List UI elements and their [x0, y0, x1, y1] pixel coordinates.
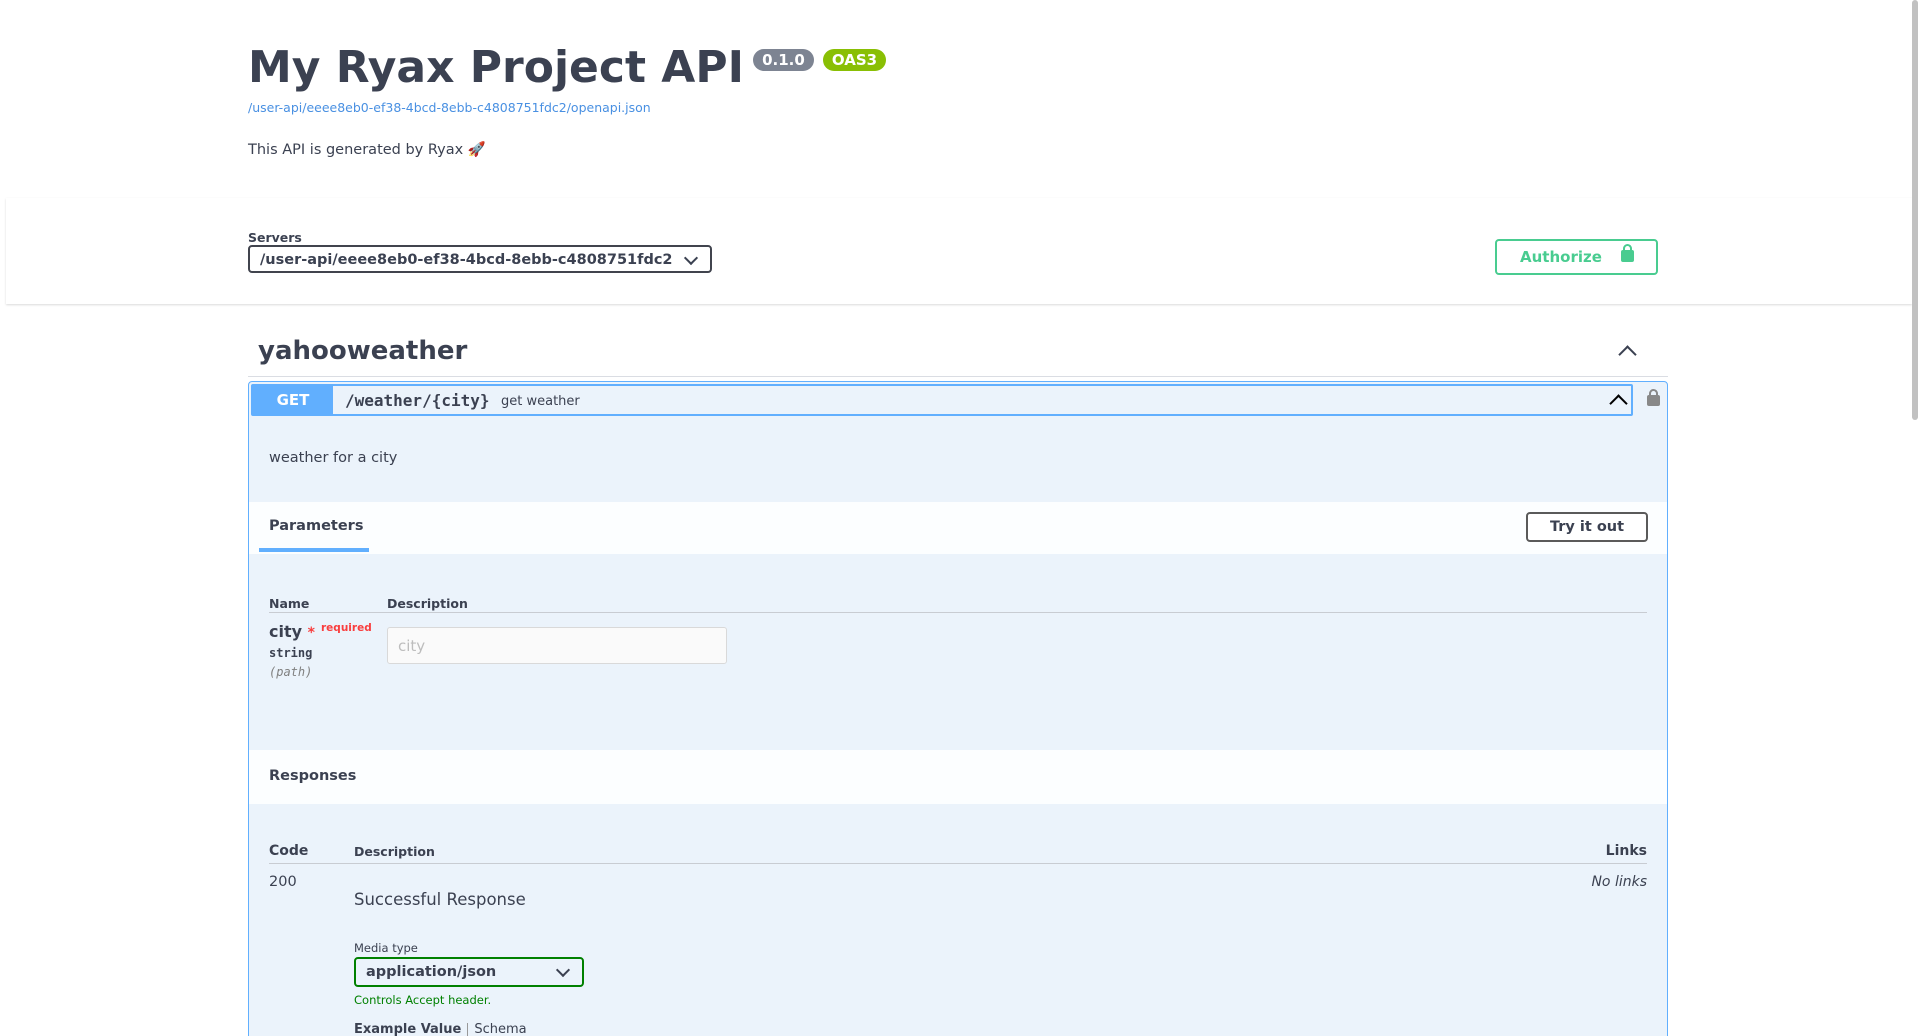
- oas-badge: OAS3: [822, 49, 887, 71]
- tab-parameters[interactable]: Parameters: [269, 518, 363, 534]
- operation-summary-text: get weather: [501, 394, 580, 409]
- required-label: required: [321, 622, 372, 634]
- scrollbar[interactable]: [1912, 0, 1918, 420]
- authorize-label: Authorize: [1520, 248, 1602, 266]
- tab-separator: [467, 1023, 469, 1036]
- tag-name: yahooweather: [258, 336, 468, 366]
- media-type-value: application/json: [366, 964, 497, 980]
- tab-underline: [259, 548, 369, 552]
- authorize-button[interactable]: Authorize: [1495, 239, 1658, 275]
- api-title: My Ryax Project API: [248, 42, 744, 93]
- chevron-down-icon: [555, 962, 571, 978]
- divider: [269, 863, 1647, 864]
- required-star: *: [307, 625, 315, 641]
- operation-summary[interactable]: GET /weather/{city} get weather: [251, 384, 1633, 416]
- swagger-page: My Ryax Project API 0.1.0 OAS3 /user-api…: [0, 0, 1918, 1036]
- chevron-down-icon: [683, 250, 699, 266]
- param-location: (path): [269, 665, 313, 679]
- response-header-description: Description: [354, 844, 435, 859]
- operation-description: weather for a city: [269, 450, 398, 466]
- unlocked-icon: [1621, 244, 1634, 262]
- parameters-header: Parameters Try it out: [249, 502, 1667, 554]
- response-header-code: Code: [269, 843, 309, 859]
- operation-block: GET /weather/{city} get weather weather …: [248, 381, 1668, 1036]
- response-links: No links: [1591, 874, 1647, 890]
- method-badge: GET: [253, 386, 333, 414]
- tag-header[interactable]: yahooweather: [248, 328, 1668, 377]
- tab-schema[interactable]: Schema: [474, 1022, 526, 1036]
- param-type: string: [269, 646, 313, 660]
- city-input[interactable]: [387, 627, 727, 664]
- chevron-up-icon[interactable]: [1618, 345, 1637, 364]
- tab-example-value[interactable]: Example Value: [354, 1022, 461, 1036]
- servers-label: Servers: [248, 230, 302, 245]
- example-tabs: Example Value Schema: [354, 1022, 527, 1036]
- response-description: Successful Response: [354, 890, 526, 909]
- param-name: city *: [269, 622, 315, 641]
- api-info: My Ryax Project API 0.1.0 OAS3 /user-api…: [248, 40, 1668, 158]
- lock-icon[interactable]: [1647, 389, 1660, 406]
- param-header-description: Description: [387, 596, 468, 611]
- try-it-out-button[interactable]: Try it out: [1526, 512, 1648, 542]
- version-badge: 0.1.0: [753, 49, 814, 71]
- response-code: 200: [269, 874, 297, 890]
- chevron-up-icon[interactable]: [1609, 394, 1628, 413]
- responses-title: Responses: [269, 768, 357, 784]
- divider: [269, 612, 1647, 613]
- spec-url-link[interactable]: /user-api/eeee8eb0-ef38-4bcd-8ebb-c48087…: [248, 100, 1668, 115]
- param-name-text: city: [269, 622, 303, 641]
- controls-accept-hint: Controls Accept header.: [354, 993, 492, 1007]
- operation-path: /weather/{city}: [345, 391, 490, 410]
- param-header-name: Name: [269, 596, 310, 611]
- server-select-value: /user-api/eeee8eb0-ef38-4bcd-8ebb-c48087…: [260, 252, 673, 268]
- response-header-links: Links: [1605, 843, 1647, 859]
- api-description: This API is generated by Ryax 🚀: [248, 142, 486, 158]
- media-type-label: Media type: [354, 941, 418, 955]
- server-select[interactable]: /user-api/eeee8eb0-ef38-4bcd-8ebb-c48087…: [248, 245, 712, 273]
- responses-header: Responses: [249, 750, 1667, 804]
- media-type-select[interactable]: application/json: [354, 957, 584, 987]
